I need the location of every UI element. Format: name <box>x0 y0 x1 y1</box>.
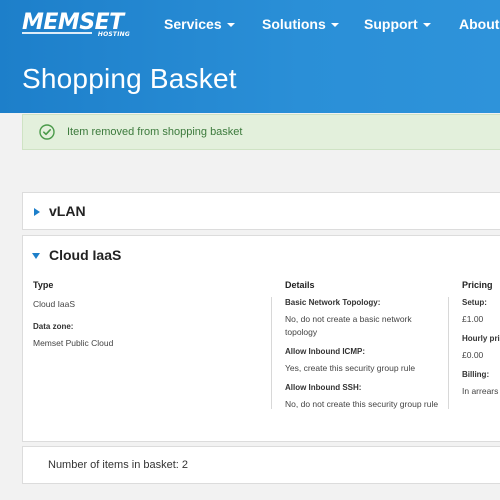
type-value: Cloud IaaS <box>33 299 76 309</box>
type-column: Type Cloud IaaS Data zone: Memset Public… <box>33 280 263 361</box>
detail-value: No, do not create this security group ru… <box>285 399 439 409</box>
type-heading: Type <box>33 280 54 290</box>
data-zone-label: Data zone: <box>33 322 74 331</box>
main-nav: Services Solutions Support About <box>0 16 500 36</box>
detail-value: No, do not create a basic network topolo… <box>285 314 412 337</box>
alert-message: Item removed from shopping basket <box>67 126 243 138</box>
data-zone-value: Memset Public Cloud <box>33 338 114 348</box>
price-value: £1.00 <box>462 314 484 324</box>
basket-summary: Number of items in basket: 2 <box>22 446 500 484</box>
details-column: Details Basic Network Topology: No, do n… <box>285 280 440 419</box>
item-count: Number of items in basket: 2 <box>48 459 189 471</box>
nav-solutions-label: Solutions <box>262 16 326 32</box>
pricing-heading: Pricing <box>462 280 493 290</box>
detail-label: Allow Inbound ICMP: <box>285 347 365 356</box>
nav-services-label: Services <box>164 16 222 32</box>
detail-value: Yes, create this security group rule <box>285 363 416 373</box>
chevron-down-icon <box>330 23 339 27</box>
expand-arrow-icon[interactable] <box>34 208 40 216</box>
nav-support-label: Support <box>364 16 418 32</box>
price-label: Hourly pri <box>462 334 500 343</box>
chevron-down-icon <box>422 23 431 27</box>
pricing-column: Pricing Setup: £1.00 Hourly pri £0.00 Bi… <box>462 280 500 406</box>
check-circle-icon <box>39 124 55 140</box>
detail-label: Basic Network Topology: <box>285 298 381 307</box>
nav-support[interactable]: Support <box>364 16 431 32</box>
basket-item-title[interactable]: vLAN <box>49 203 86 219</box>
site-header: MEMSET HOSTING Services Solutions Suppor… <box>0 0 500 113</box>
details-heading: Details <box>285 280 315 290</box>
success-alert: Item removed from shopping basket <box>22 114 500 150</box>
basket-item-title[interactable]: Cloud IaaS <box>49 247 121 263</box>
column-divider <box>271 297 272 409</box>
price-label: Billing: <box>462 370 490 379</box>
detail-label: Allow Inbound SSH: <box>285 383 362 392</box>
price-label: Setup: <box>462 298 487 307</box>
nav-solutions[interactable]: Solutions <box>262 16 339 32</box>
column-divider <box>448 297 449 409</box>
chevron-down-icon <box>226 23 235 27</box>
nav-about-label: About <box>459 16 500 32</box>
page-title: Shopping Basket <box>22 63 237 94</box>
basket-item-cloud-iaas: Cloud IaaS Type Cloud IaaS Data zone: Me… <box>22 235 500 442</box>
nav-services[interactable]: Services <box>164 16 235 32</box>
collapse-arrow-icon[interactable] <box>32 253 40 259</box>
nav-about[interactable]: About <box>459 16 500 32</box>
basket-item-vlan[interactable]: vLAN <box>22 192 500 230</box>
price-value: In arrears <box>462 386 499 396</box>
price-value: £0.00 <box>462 350 484 360</box>
